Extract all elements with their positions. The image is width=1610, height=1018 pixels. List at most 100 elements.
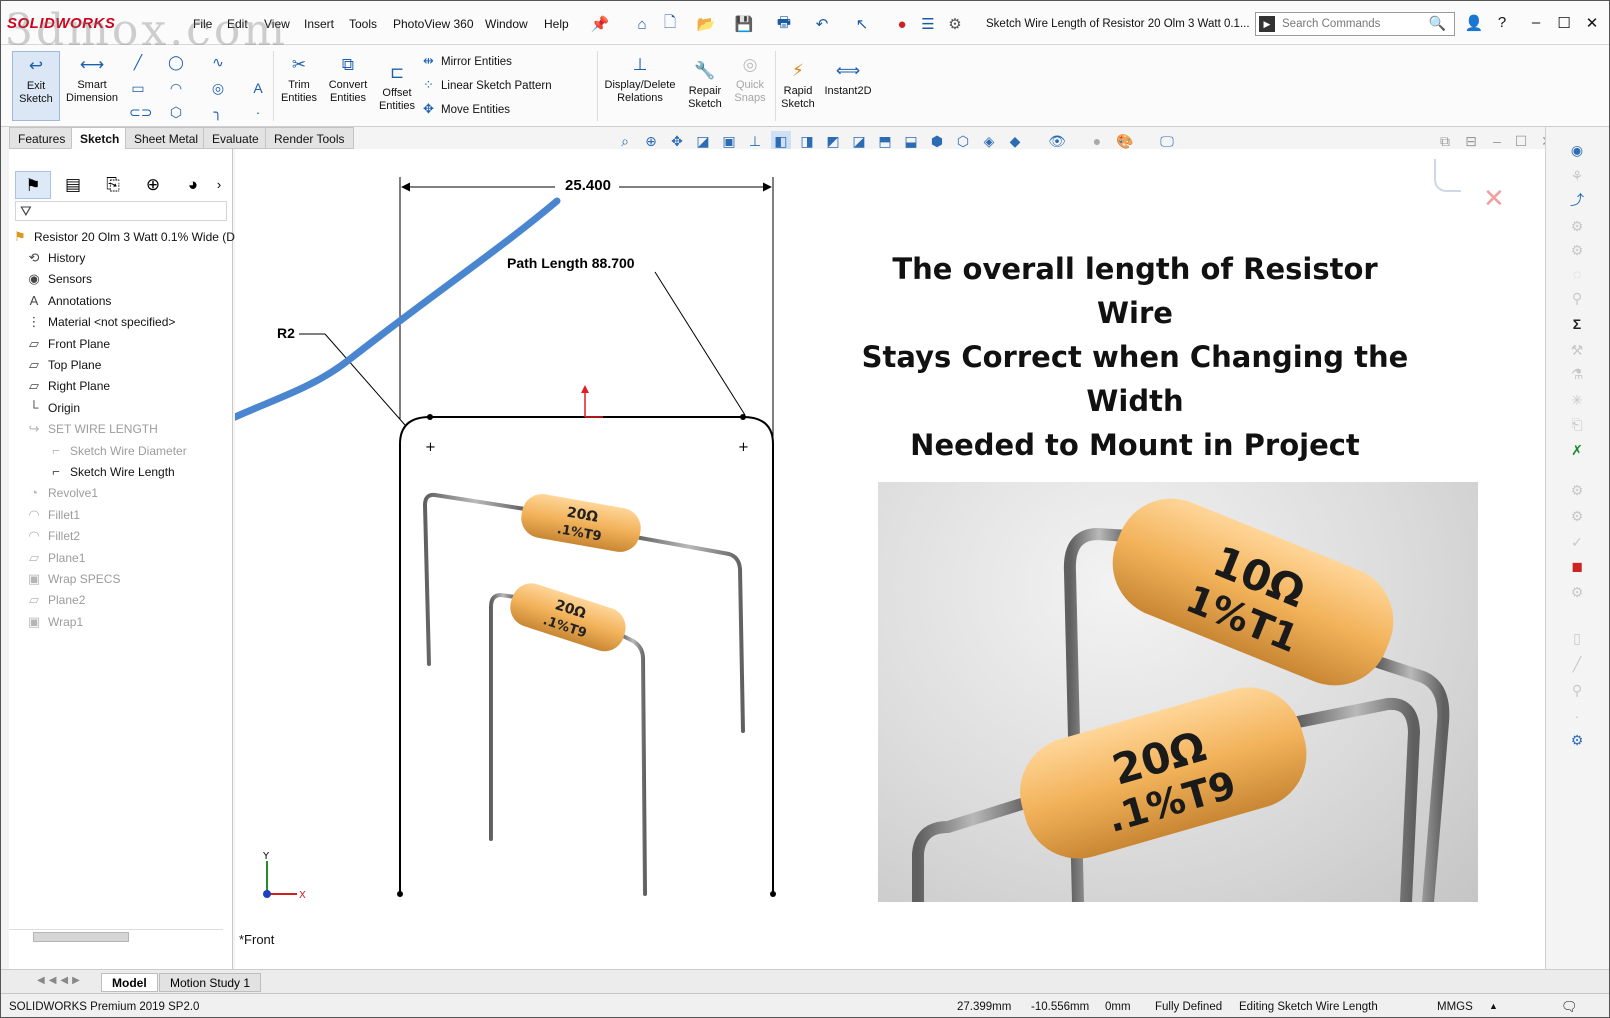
top-view-icon[interactable]: ⬒: [875, 131, 895, 151]
task-pane-icon-12[interactable]: ⎗: [1566, 413, 1588, 435]
normal-to-icon[interactable]: ⊥: [745, 131, 765, 151]
print-icon[interactable]: 🖶: [773, 13, 795, 35]
tree-item[interactable]: ⌐ Sketch Wire Length: [47, 462, 175, 482]
task-pane-icon-11[interactable]: ✳: [1566, 389, 1588, 411]
menu-help[interactable]: Help: [544, 17, 569, 31]
select-cursor-icon[interactable]: ↖: [851, 13, 873, 35]
save-icon[interactable]: 💾: [733, 13, 755, 35]
task-pane-icon-14[interactable]: ⚙: [1566, 479, 1588, 501]
back-view-icon[interactable]: ◨: [797, 131, 817, 151]
repair-sketch-button[interactable]: 🔧 Repair Sketch: [683, 57, 727, 111]
task-pane-icon-2[interactable]: ⚘: [1566, 165, 1588, 187]
menu-tools[interactable]: Tools: [349, 17, 377, 31]
tab-sketch[interactable]: Sketch: [71, 127, 129, 149]
menu-window[interactable]: Window: [485, 17, 528, 31]
open-folder-icon[interactable]: 📂: [695, 13, 717, 35]
text-icon[interactable]: A: [249, 79, 267, 97]
minimize-icon[interactable]: –: [1525, 14, 1547, 34]
point-icon[interactable]: ·: [249, 103, 267, 121]
task-pane-icon-16[interactable]: ✓: [1566, 531, 1588, 553]
tree-item[interactable]: ▱ Front Plane: [25, 334, 110, 354]
trimetric-view-icon[interactable]: ⬡: [953, 131, 973, 151]
exit-sketch-button[interactable]: ↩ Exit Sketch: [12, 51, 60, 121]
tree-item[interactable]: ⌐ Sketch Wire Diameter: [47, 441, 187, 461]
task-pane-icon-5[interactable]: ⚙: [1566, 239, 1588, 261]
view-settings-icon[interactable]: 🖵: [1157, 131, 1177, 151]
maximize-icon[interactable]: ☐: [1553, 14, 1575, 34]
task-pane-icon-7[interactable]: ⚲: [1566, 287, 1588, 309]
undo-icon[interactable]: ↶: [811, 13, 833, 35]
tree-item[interactable]: ▣ Wrap1: [25, 612, 83, 632]
zoom-to-fit-icon[interactable]: ⌕: [615, 131, 635, 151]
task-pane-icon-19[interactable]: ▯: [1566, 627, 1588, 649]
convert-entities-button[interactable]: ⧉ Convert Entities: [323, 51, 373, 105]
task-pane-icon-4[interactable]: ⚙: [1566, 215, 1588, 237]
edit-appearance-icon[interactable]: ●: [1087, 131, 1107, 151]
radius-dimension[interactable]: R2: [277, 325, 295, 341]
display-style-icon[interactable]: ◆: [1005, 131, 1025, 151]
front-view-icon[interactable]: ◧: [771, 131, 791, 151]
viewport-minimize-icon[interactable]: –: [1487, 131, 1507, 151]
display-manager-tab-icon[interactable]: ◕: [175, 171, 211, 199]
tree-item[interactable]: ▱ Plane1: [25, 548, 85, 568]
left-view-icon[interactable]: ◩: [823, 131, 843, 151]
solidworks-resources-icon[interactable]: ◉: [1566, 139, 1588, 161]
rapid-sketch-button[interactable]: ⚡ Rapid Sketch: [777, 57, 819, 111]
home-icon[interactable]: ⌂: [631, 13, 653, 35]
file-properties-icon[interactable]: ☰: [917, 13, 939, 35]
menu-edit[interactable]: Edit: [227, 17, 248, 31]
view-orientation-icon[interactable]: ▣: [719, 131, 739, 151]
rectangle-icon[interactable]: ▭: [129, 79, 147, 97]
close-icon[interactable]: ✕: [1581, 14, 1603, 34]
pin-icon[interactable]: 📌: [589, 13, 611, 35]
polygon-icon[interactable]: ⬡: [167, 103, 185, 121]
scrollbar-thumb[interactable]: [33, 932, 129, 942]
linear-sketch-pattern-button[interactable]: ⁘ Linear Sketch Pattern: [423, 77, 552, 93]
viewport-restore-icon[interactable]: ⧉: [1435, 131, 1455, 151]
tree-filter-box[interactable]: ⛛: [15, 201, 227, 221]
new-document-icon[interactable]: 🗋: [659, 13, 681, 35]
line-icon[interactable]: ╱: [129, 53, 147, 71]
smart-dimension-button[interactable]: ⟷ Smart Dimension: [63, 51, 121, 105]
viewport-maximize-icon[interactable]: ☐: [1511, 131, 1531, 151]
tree-item[interactable]: ◠ Fillet2: [25, 526, 80, 546]
scene-icon[interactable]: 🎨: [1115, 131, 1135, 151]
tree-root[interactable]: ⚑ Resistor 20 Olm 3 Watt 0.1% Wide (Def: [11, 227, 245, 247]
offset-entities-button[interactable]: ⊏ Offset Entities: [375, 59, 419, 113]
configuration-manager-tab-icon[interactable]: ⎘: [95, 171, 131, 199]
tab-model[interactable]: Model: [101, 973, 158, 992]
zoom-area-icon[interactable]: ⊕: [641, 131, 661, 151]
pan-icon[interactable]: ✥: [667, 131, 687, 151]
instant2d-button[interactable]: ⟺ Instant2D: [821, 57, 875, 98]
tree-item[interactable]: ↪ SET WIRE LENGTH: [25, 419, 158, 439]
dimxpert-tab-icon[interactable]: ⊕: [135, 171, 171, 199]
tree-item[interactable]: └ Origin: [25, 398, 80, 418]
task-pane-icon-9[interactable]: ⚒: [1566, 339, 1588, 361]
status-units[interactable]: MMGS: [1437, 1001, 1473, 1013]
move-entities-button[interactable]: ✥ Move Entities: [423, 101, 510, 117]
rebuild-traffic-light-icon[interactable]: ●: [891, 13, 913, 35]
help-icon[interactable]: ?: [1491, 14, 1513, 34]
section-view-icon[interactable]: ◪: [693, 131, 713, 151]
display-delete-relations-button[interactable]: ⊥ Display/Delete Relations: [601, 51, 679, 105]
comment-icon[interactable]: 🗨: [1561, 999, 1578, 1015]
search-input[interactable]: Search Commands: [1282, 18, 1380, 30]
tab-features[interactable]: Features: [9, 127, 75, 149]
task-pane-icon-22[interactable]: ·: [1566, 705, 1588, 727]
slot-icon[interactable]: ⊂⊃: [129, 103, 152, 121]
task-pane-icon-21[interactable]: ⚲: [1566, 679, 1588, 701]
horizontal-scrollbar[interactable]: [9, 929, 223, 943]
hide-show-icon[interactable]: 👁: [1047, 131, 1067, 151]
tree-item[interactable]: ⋮ Material <not specified>: [25, 312, 176, 332]
tree-item[interactable]: ▱ Plane2: [25, 590, 85, 610]
graphics-area[interactable]: + + 20Ω .1%T9 20Ω .1%T9 Y X ✕ 25.400 Pat…: [235, 149, 1545, 969]
tree-item[interactable]: ▱ Top Plane: [25, 355, 101, 375]
task-pane-icon-18[interactable]: ⚙: [1566, 581, 1588, 603]
property-manager-tab-icon[interactable]: ▤: [55, 171, 91, 199]
menu-file[interactable]: File: [193, 17, 212, 31]
tree-item[interactable]: ◉ Sensors: [25, 269, 92, 289]
task-pane-icon-10[interactable]: ⚗: [1566, 363, 1588, 385]
tree-item[interactable]: ▣ Wrap SPECS: [25, 569, 121, 589]
width-dimension[interactable]: 25.400: [557, 177, 619, 194]
isometric-view-icon[interactable]: ⬢: [927, 131, 947, 151]
